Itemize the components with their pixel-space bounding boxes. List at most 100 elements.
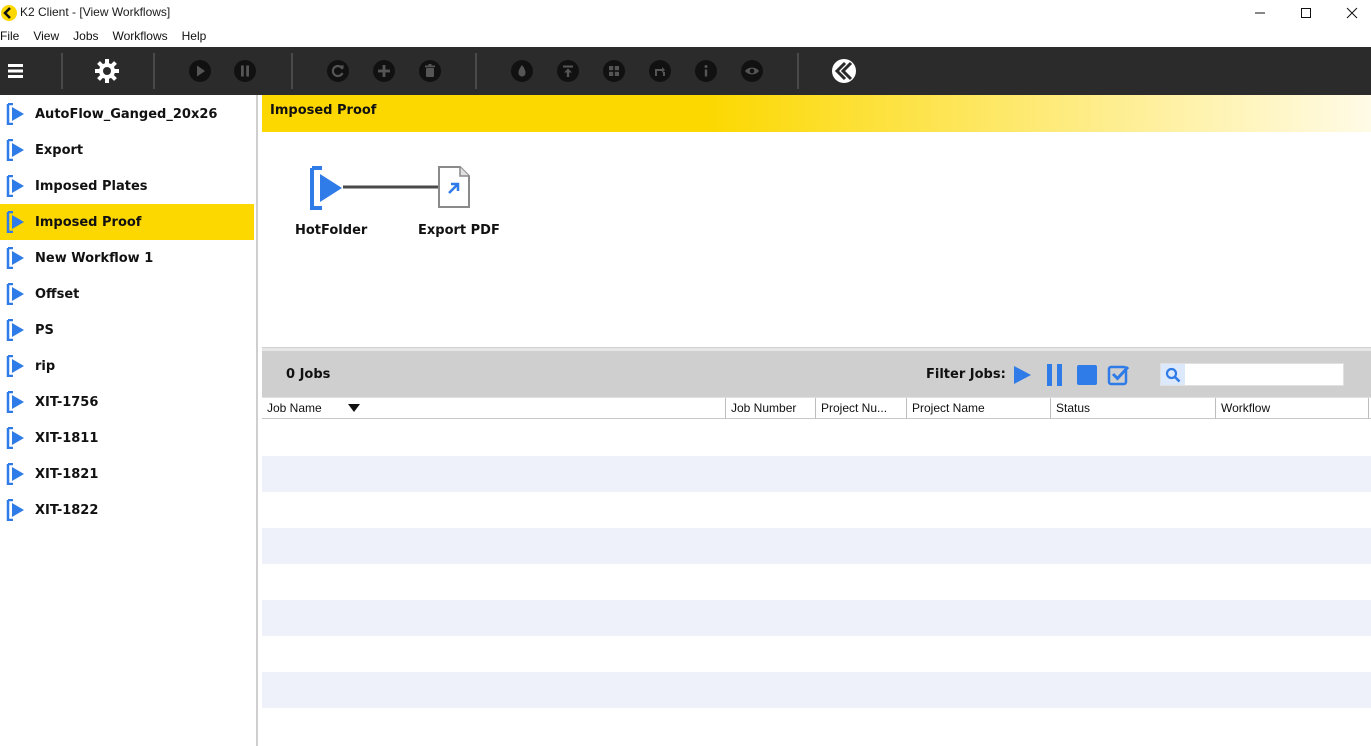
- filter-paused-icon[interactable]: [1043, 363, 1067, 387]
- workflow-item[interactable]: New Workflow 1: [0, 240, 254, 276]
- column-header-project-number[interactable]: Project Nu...: [816, 398, 907, 419]
- workflow-label: AutoFlow_Ganged_20x26: [35, 106, 218, 122]
- workflow-item[interactable]: XIT-1822: [0, 492, 254, 528]
- column-label: Project Nu...: [821, 401, 888, 415]
- table-row-empty: [262, 708, 1371, 744]
- menu-view[interactable]: View: [26, 26, 66, 47]
- workflow-item[interactable]: PS: [0, 312, 254, 348]
- title-bar: K2 Client - [View Workflows]: [0, 0, 1371, 26]
- toolbar-separator: [291, 53, 293, 89]
- table-row-empty: [262, 420, 1371, 456]
- menu-icon[interactable]: [3, 58, 29, 84]
- k2-logo: [831, 58, 857, 84]
- toolbar-separator: [797, 53, 799, 89]
- workflow-icon: [6, 139, 24, 161]
- workflow-item[interactable]: Imposed Plates: [0, 168, 254, 204]
- table-row-empty: [262, 528, 1371, 564]
- jobs-header: 0 Jobs Filter Jobs:: [262, 351, 1371, 397]
- column-header-job-number[interactable]: Job Number: [726, 398, 816, 419]
- workflow-label: XIT-1821: [35, 466, 99, 482]
- column-header-status[interactable]: Status: [1051, 398, 1216, 419]
- column-label: Job Number: [731, 401, 797, 415]
- menu-workflows[interactable]: Workflows: [106, 26, 175, 47]
- column-header-workflow[interactable]: Workflow: [1216, 398, 1369, 419]
- workflow-icon: [6, 211, 24, 233]
- table-row-empty: [262, 636, 1371, 672]
- jobs-table-header: Job Name Job Number Project Nu... Projec…: [262, 397, 1371, 419]
- workflow-diagram: Imposed Proof HotFolder Export PDF: [262, 95, 1371, 347]
- workflow-label: rip: [35, 358, 56, 374]
- workflow-icon: [6, 391, 24, 413]
- table-row-empty: [262, 456, 1371, 492]
- grid-icon[interactable]: [601, 58, 627, 84]
- maximize-button[interactable]: [1283, 0, 1329, 26]
- close-button[interactable]: [1329, 0, 1371, 26]
- workflow-item-selected[interactable]: Imposed Proof: [0, 204, 254, 240]
- menu-help[interactable]: Help: [175, 26, 214, 47]
- workflow-item[interactable]: Export: [0, 132, 254, 168]
- filter-running-icon[interactable]: [1010, 363, 1034, 387]
- hotfolder-icon[interactable]: [308, 166, 348, 210]
- menu-jobs[interactable]: Jobs: [66, 26, 105, 47]
- workflow-label: Imposed Plates: [35, 178, 148, 194]
- export-pdf-icon[interactable]: [436, 165, 472, 209]
- workflow-item[interactable]: AutoFlow_Ganged_20x26: [0, 96, 254, 132]
- preview-icon[interactable]: [739, 58, 765, 84]
- table-row-empty: [262, 564, 1371, 600]
- workflow-label: PS: [35, 322, 54, 338]
- table-row-empty: [262, 600, 1371, 636]
- table-row-empty: [262, 492, 1371, 528]
- sort-descending-icon: [348, 404, 360, 412]
- info-icon[interactable]: [693, 58, 719, 84]
- refresh-icon[interactable]: [325, 58, 351, 84]
- workflow-label: XIT-1822: [35, 502, 99, 518]
- workflow-icon: [6, 355, 24, 377]
- search-icon: [1161, 364, 1185, 385]
- play-icon[interactable]: [187, 58, 213, 84]
- workflow-label: XIT-1811: [35, 430, 99, 446]
- workflow-icon: [6, 499, 24, 521]
- workflow-label: Export: [35, 142, 84, 158]
- filter-completed-icon[interactable]: [1107, 363, 1131, 387]
- diagram-header: Imposed Proof: [262, 95, 1371, 132]
- reroute-icon[interactable]: [647, 58, 673, 84]
- column-label: Status: [1056, 401, 1091, 415]
- table-row-empty: [262, 672, 1371, 708]
- workflow-label: XIT-1756: [35, 394, 99, 410]
- workflow-icon: [6, 103, 24, 125]
- workflow-icon: [6, 175, 24, 197]
- job-search[interactable]: [1160, 363, 1344, 386]
- workflow-label: New Workflow 1: [35, 250, 154, 266]
- settings-icon[interactable]: [94, 58, 120, 84]
- add-icon[interactable]: [371, 58, 397, 84]
- jobs-count: 0 Jobs: [286, 367, 331, 382]
- workflow-item[interactable]: rip: [0, 348, 254, 384]
- workflow-icon: [6, 283, 24, 305]
- minimize-button[interactable]: [1237, 0, 1283, 26]
- diagram-title: Imposed Proof: [270, 103, 377, 118]
- menu-file[interactable]: File: [0, 26, 26, 47]
- filter-label: Filter Jobs:: [926, 367, 1006, 382]
- search-input[interactable]: [1187, 366, 1341, 383]
- workflow-icon: [6, 463, 24, 485]
- filter-stopped-icon[interactable]: [1075, 363, 1099, 387]
- toolbar-separator: [475, 53, 477, 89]
- upload-icon[interactable]: [555, 58, 581, 84]
- toolbar-separator: [153, 53, 155, 89]
- workflow-item[interactable]: XIT-1811: [0, 420, 254, 456]
- k2-app-icon: [1, 5, 17, 21]
- column-label: Workflow: [1221, 401, 1271, 415]
- pause-icon[interactable]: [232, 58, 258, 84]
- column-label: Job Name: [267, 401, 322, 415]
- workflow-list: AutoFlow_Ganged_20x26 Export Imposed Pla…: [0, 95, 258, 746]
- workflow-item[interactable]: Offset: [0, 276, 254, 312]
- node-label-hotfolder: HotFolder: [295, 223, 368, 238]
- column-header-job-name[interactable]: Job Name: [262, 398, 726, 419]
- node-label-export-pdf: Export PDF: [418, 223, 500, 238]
- workflow-item[interactable]: XIT-1821: [0, 456, 254, 492]
- column-header-project-name[interactable]: Project Name: [907, 398, 1051, 419]
- ink-icon[interactable]: [509, 58, 535, 84]
- workflow-icon: [6, 247, 24, 269]
- workflow-item[interactable]: XIT-1756: [0, 384, 254, 420]
- delete-icon[interactable]: [417, 58, 443, 84]
